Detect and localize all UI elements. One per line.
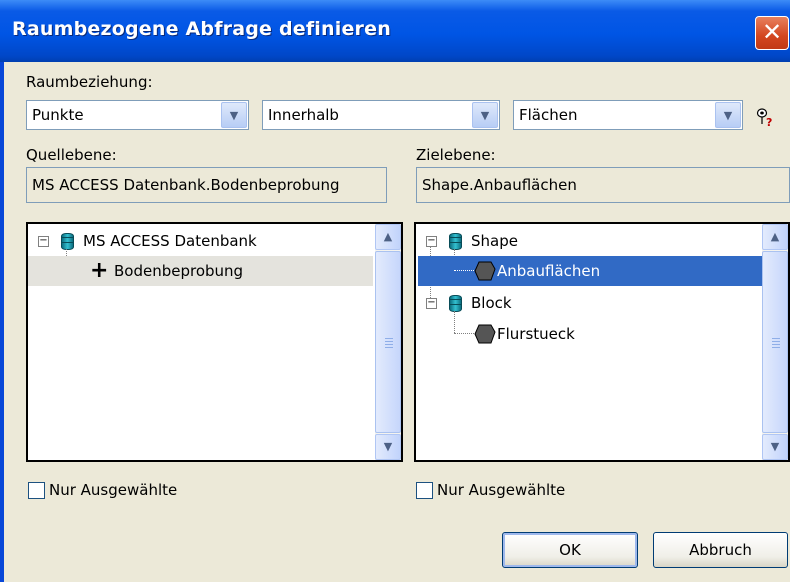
target-tree-scrollbar[interactable]: ▲ ▼ <box>762 224 788 460</box>
ok-button[interactable]: OK <box>502 532 638 568</box>
collapse-icon[interactable]: − <box>38 236 49 247</box>
source-layer-label: Quellebene: <box>26 146 117 164</box>
tree-node-target-child1[interactable]: Anbauflächen <box>418 256 762 286</box>
scroll-down-icon[interactable]: ▼ <box>762 434 788 460</box>
scroll-down-icon[interactable]: ▼ <box>375 434 401 460</box>
scroll-up-icon[interactable]: ▲ <box>375 224 401 250</box>
target-only-selected-checkbox[interactable] <box>416 482 433 499</box>
tree-node-target-root1[interactable]: − Shape <box>416 226 761 256</box>
window-frame <box>0 62 4 582</box>
operator-dropdown[interactable]: Innerhalb ▼ <box>262 100 500 130</box>
tree-node-source-root[interactable]: − MS ACCESS Datenbank <box>28 226 373 256</box>
collapse-icon[interactable]: − <box>426 236 437 247</box>
cancel-button[interactable]: Abbruch <box>653 532 788 568</box>
source-only-selected-checkbox[interactable] <box>28 482 45 499</box>
database-icon <box>61 233 74 250</box>
target-geometry-dropdown[interactable]: Flächen ▼ <box>513 100 743 130</box>
tree-connector <box>454 270 476 271</box>
source-layer-field: MS ACCESS Datenbank.Bodenbeprobung <box>26 167 387 203</box>
title-bar: Raumbezogene Abfrage definieren ✕ <box>0 0 790 62</box>
operator-value: Innerhalb <box>268 106 339 124</box>
target-tree[interactable]: − Shape Anbauflächen − Block Flurstueck … <box>414 222 790 462</box>
tree-node-label: MS ACCESS Datenbank <box>83 232 257 250</box>
scroll-thumb[interactable] <box>762 251 788 433</box>
source-geometry-dropdown[interactable]: Punkte ▼ <box>26 100 249 130</box>
tree-node-label: Block <box>471 294 512 312</box>
ok-label: OK <box>559 541 581 559</box>
target-only-selected-label: Nur Ausgewählte <box>437 481 566 499</box>
window-title: Raumbezogene Abfrage definieren <box>12 18 391 40</box>
tree-node-label: Shape <box>471 232 518 250</box>
tree-node-label: Bodenbeprobung <box>114 262 244 280</box>
source-layer-value: MS ACCESS Datenbank.Bodenbeprobung <box>32 176 340 194</box>
database-icon <box>449 233 462 250</box>
target-layer-value: Shape.Anbauflächen <box>422 176 577 194</box>
source-tree[interactable]: − MS ACCESS Datenbank + Bodenbeprobung ▲… <box>26 222 403 462</box>
polygon-layer-icon <box>474 324 496 344</box>
close-icon: ✕ <box>761 18 783 46</box>
close-button[interactable]: ✕ <box>755 16 789 50</box>
target-layer-label: Zielebene: <box>416 146 496 164</box>
tree-node-target-root2[interactable]: − Block <box>416 288 761 318</box>
target-geometry-value: Flächen <box>519 106 578 124</box>
polygon-layer-icon <box>474 261 496 281</box>
tree-node-target-child2[interactable]: Flurstueck <box>416 319 761 349</box>
tree-node-label: Flurstueck <box>497 325 575 343</box>
chevron-down-icon[interactable]: ▼ <box>221 102 247 128</box>
scroll-up-icon[interactable]: ▲ <box>762 224 788 250</box>
collapse-icon[interactable]: − <box>426 298 437 309</box>
help-question-icon[interactable]: ? <box>755 107 775 129</box>
tree-node-source-child[interactable]: + Bodenbeprobung <box>28 256 373 286</box>
source-tree-scrollbar[interactable]: ▲ ▼ <box>375 224 401 460</box>
source-geometry-value: Punkte <box>32 106 84 124</box>
chevron-down-icon[interactable]: ▼ <box>715 102 741 128</box>
tree-node-label: Anbauflächen <box>497 262 601 280</box>
source-only-selected-label: Nur Ausgewählte <box>49 481 178 499</box>
svg-text:?: ? <box>766 116 772 127</box>
target-layer-field: Shape.Anbauflächen <box>416 167 790 203</box>
database-icon <box>449 295 462 312</box>
chevron-down-icon[interactable]: ▼ <box>472 102 498 128</box>
relation-label: Raumbeziehung: <box>26 73 153 91</box>
point-layer-icon: + <box>90 258 109 283</box>
cancel-label: Abbruch <box>689 541 752 559</box>
scroll-thumb[interactable] <box>375 251 401 433</box>
